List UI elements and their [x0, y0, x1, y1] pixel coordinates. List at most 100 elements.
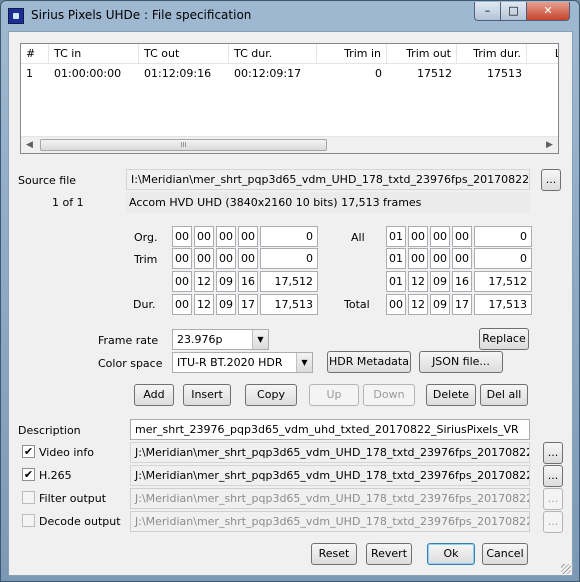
down-button[interactable]: Down: [363, 384, 415, 406]
scroll-right-icon[interactable]: ▶: [541, 137, 558, 153]
frame-rate-select[interactable]: 23.976p ▼: [172, 329, 269, 350]
out-ss[interactable]: 09: [216, 271, 236, 292]
total-mm[interactable]: 12: [408, 294, 428, 315]
org-hh[interactable]: 00: [172, 226, 192, 247]
source-browse-button[interactable]: ...: [541, 169, 561, 191]
dur-label: Dur.: [133, 298, 156, 311]
all-frames[interactable]: 0: [474, 226, 532, 247]
dur-frames[interactable]: 17,513: [260, 294, 318, 315]
dur-hh[interactable]: 00: [172, 294, 192, 315]
revert-button[interactable]: Revert: [366, 543, 412, 565]
all-trim-frames[interactable]: 0: [474, 248, 532, 269]
h265-path[interactable]: J:\Meridian\mer_shrt_pqp3d65_vdm_UHD_178…: [130, 465, 530, 486]
org-ff[interactable]: 00: [238, 226, 258, 247]
ok-button[interactable]: Ok: [427, 543, 475, 565]
total-frames[interactable]: 17,513: [474, 294, 532, 315]
column-header-tc-dur[interactable]: TC dur.: [229, 44, 317, 64]
cancel-button[interactable]: Cancel: [482, 543, 528, 565]
json-file-button[interactable]: JSON file...: [419, 351, 503, 373]
org-frames[interactable]: 0: [260, 226, 318, 247]
filter-output-checkbox[interactable]: [22, 491, 35, 504]
cell-trim-dur: 17513: [487, 67, 522, 80]
cell-tc-in: 01:00:00:00: [54, 67, 122, 80]
filter-output-path[interactable]: J:\Meridian\mer_shrt_pqp3d65_vdm_UHD_178…: [130, 488, 530, 509]
checkmark-icon: ✔: [23, 468, 34, 481]
all-out-hh[interactable]: 01: [386, 271, 406, 292]
column-header-index[interactable]: #: [21, 44, 49, 64]
all-ff[interactable]: 00: [452, 226, 472, 247]
trim-ss[interactable]: 00: [216, 248, 236, 269]
org-label: Org.: [134, 231, 158, 244]
resize-grip[interactable]: [561, 564, 571, 574]
scrollbar-thumb[interactable]: III: [40, 139, 327, 151]
dialog-client-area: # TC in TC out TC dur. Trim in Trim out …: [8, 31, 573, 576]
color-space-select[interactable]: ITU-R BT.2020 HDR ▼: [172, 352, 313, 373]
reset-button[interactable]: Reset: [311, 543, 357, 565]
column-header-l[interactable]: L: [527, 44, 558, 64]
table-row[interactable]: 1 01:00:00:00 01:12:09:16 00:12:09:17 0 …: [21, 65, 558, 83]
all-trim-ff[interactable]: 00: [452, 248, 472, 269]
out-ff[interactable]: 16: [238, 271, 258, 292]
org-mm[interactable]: 00: [194, 226, 214, 247]
del-all-button[interactable]: Del all: [480, 384, 528, 406]
org-ss[interactable]: 00: [216, 226, 236, 247]
filter-output-browse-button[interactable]: ...: [543, 488, 563, 510]
h265-browse-button[interactable]: ...: [543, 465, 563, 487]
out-mm[interactable]: 12: [194, 271, 214, 292]
out-frames[interactable]: 17,512: [260, 271, 318, 292]
all-out-mm[interactable]: 12: [408, 271, 428, 292]
trim-label: Trim: [134, 253, 158, 266]
all-mm[interactable]: 00: [408, 226, 428, 247]
decode-output-checkbox[interactable]: [22, 514, 35, 527]
all-out-frames[interactable]: 17,512: [474, 271, 532, 292]
insert-button[interactable]: Insert: [183, 384, 231, 406]
total-ff[interactable]: 17: [452, 294, 472, 315]
all-ss[interactable]: 00: [430, 226, 450, 247]
column-header-tc-in[interactable]: TC in: [49, 44, 139, 64]
column-header-trim-in[interactable]: Trim in: [317, 44, 387, 64]
chevron-down-icon[interactable]: ▼: [296, 353, 312, 372]
add-button[interactable]: Add: [134, 384, 174, 406]
description-input[interactable]: mer_shrt_23976_pqp3d65_vdm_uhd_txted_201…: [130, 419, 530, 440]
all-out-ss[interactable]: 09: [430, 271, 450, 292]
all-trim-ss[interactable]: 00: [430, 248, 450, 269]
total-hh[interactable]: 00: [386, 294, 406, 315]
up-button[interactable]: Up: [309, 384, 359, 406]
dur-ss[interactable]: 09: [216, 294, 236, 315]
all-out-ff[interactable]: 16: [452, 271, 472, 292]
trim-mm[interactable]: 00: [194, 248, 214, 269]
column-header-tc-out[interactable]: TC out: [139, 44, 229, 64]
hdr-metadata-button[interactable]: HDR Metadata: [327, 351, 411, 373]
total-ss[interactable]: 09: [430, 294, 450, 315]
delete-button[interactable]: Delete: [426, 384, 476, 406]
replace-button[interactable]: Replace: [479, 328, 529, 350]
title-bar[interactable]: Sirius Pixels UHDe : File specification …: [1, 1, 579, 31]
close-button[interactable]: ✕: [526, 2, 570, 21]
decode-output-browse-button[interactable]: ...: [543, 511, 563, 533]
out-hh[interactable]: 00: [172, 271, 192, 292]
chevron-down-icon[interactable]: ▼: [252, 330, 268, 349]
video-info-browse-button[interactable]: ...: [543, 442, 563, 464]
decode-output-path[interactable]: J:\Meridian\mer_shrt_pqp3d65_vdm_UHD_178…: [130, 511, 530, 532]
minimize-button[interactable]: –: [474, 2, 501, 21]
trim-ff[interactable]: 00: [238, 248, 258, 269]
all-trim-hh[interactable]: 01: [386, 248, 406, 269]
h265-checkbox[interactable]: ✔: [22, 468, 35, 481]
all-trim-mm[interactable]: 00: [408, 248, 428, 269]
copy-button[interactable]: Copy: [245, 384, 297, 406]
source-file-path[interactable]: I:\Meridian\mer_shrt_pqp3d65_vdm_UHD_178…: [126, 169, 530, 190]
column-header-trim-out[interactable]: Trim out: [387, 44, 457, 64]
video-info-checkbox[interactable]: ✔: [22, 445, 35, 458]
dur-ff[interactable]: 17: [238, 294, 258, 315]
scroll-left-icon[interactable]: ◀: [21, 137, 38, 153]
video-info-path[interactable]: J:\Meridian\mer_shrt_pqp3d65_vdm_UHD_178…: [130, 442, 530, 463]
trim-frames[interactable]: 0: [260, 248, 318, 269]
horizontal-scrollbar[interactable]: ◀ III ▶: [21, 136, 558, 153]
all-hh[interactable]: 01: [386, 226, 406, 247]
maximize-button[interactable]: □: [500, 2, 527, 21]
segment-table[interactable]: # TC in TC out TC dur. Trim in Trim out …: [20, 43, 559, 154]
dur-mm[interactable]: 12: [194, 294, 214, 315]
column-header-trim-dur[interactable]: Trim dur.: [457, 44, 527, 64]
trim-hh[interactable]: 00: [172, 248, 192, 269]
h265-label: H.265: [39, 469, 72, 482]
